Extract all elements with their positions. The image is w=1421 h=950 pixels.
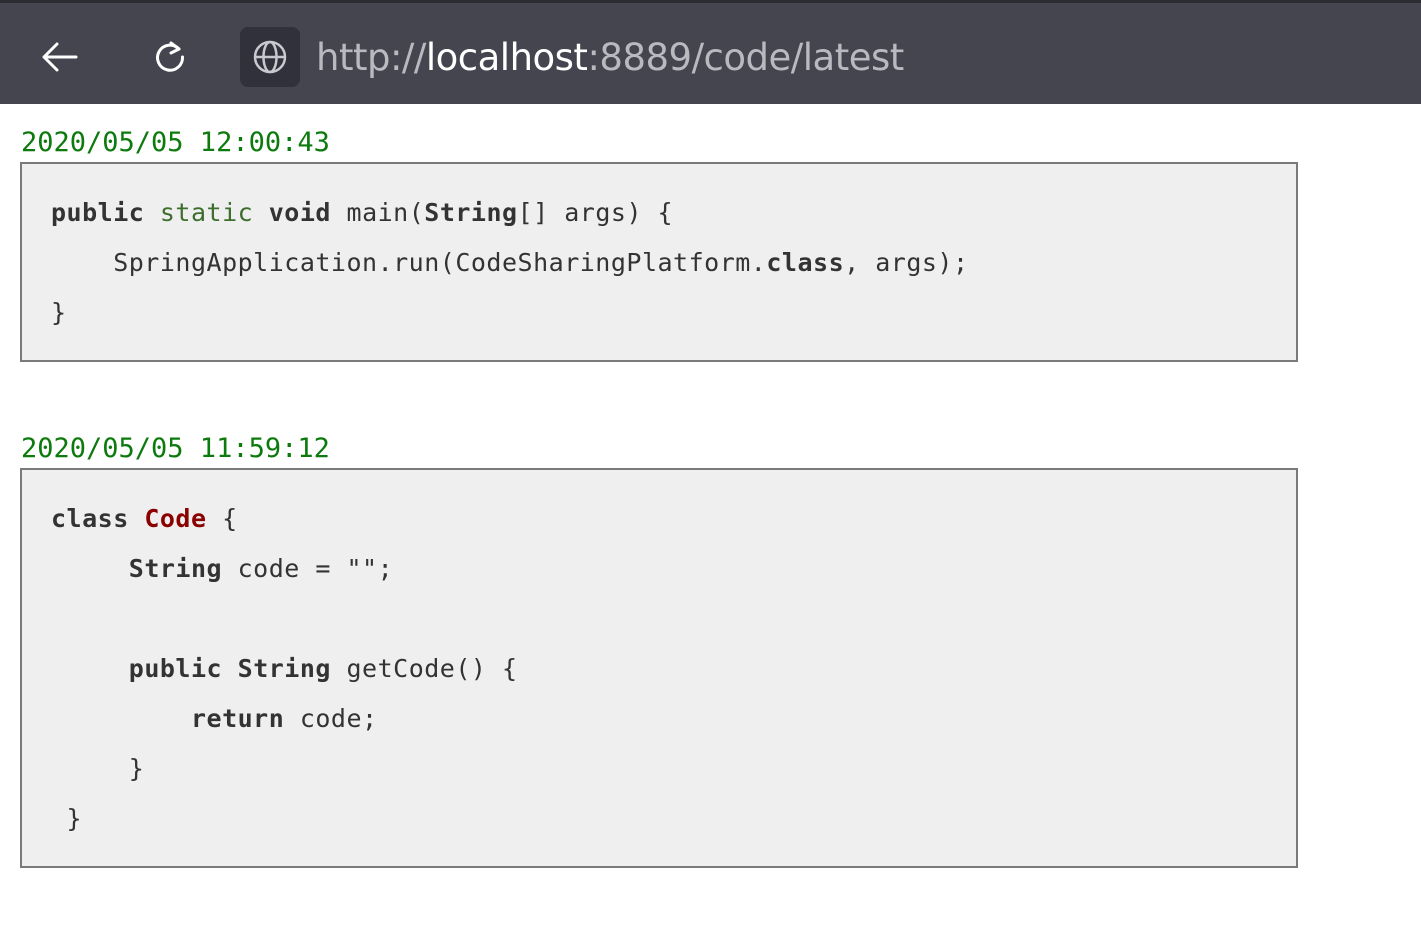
arrow-left-icon: [42, 42, 78, 72]
code-token: public: [51, 198, 145, 227]
snippet-date: 2020/05/05 11:59:12: [21, 433, 330, 464]
code-block: class Code { String code = ""; public St…: [20, 468, 1298, 868]
code-line: String code = "";: [51, 544, 1296, 594]
code-token: void: [268, 198, 331, 227]
code-token: {: [206, 504, 238, 533]
code-token: return: [190, 704, 285, 733]
snippet-date: 2020/05/05 12:00:43: [21, 127, 330, 158]
code-token: Code: [144, 504, 207, 533]
back-button[interactable]: [32, 29, 88, 85]
code-token: String: [128, 554, 223, 583]
code-line: public static void main(String[] args) {: [51, 188, 1296, 238]
code-token: code = "";: [222, 554, 394, 583]
code-line: }: [51, 744, 1296, 794]
address-bar[interactable]: http://localhost:8889/code/latest: [316, 33, 904, 83]
code-token: }: [51, 804, 83, 833]
code-token: }: [51, 754, 145, 783]
code-token: String: [237, 654, 331, 683]
code-token: [] args) {: [517, 198, 674, 227]
code-line: public String getCode() {: [51, 644, 1296, 694]
reload-icon: [156, 41, 185, 72]
code-snippet: 2020/05/05 11:59:12 class Code { String c…: [20, 410, 1298, 868]
code-token: static: [159, 198, 254, 227]
code-token: class: [51, 504, 129, 533]
code-line: }: [51, 794, 1296, 844]
code-token: code;: [284, 704, 378, 733]
browser-toolbar: http://localhost:8889/code/latest: [0, 0, 1421, 104]
code-line: class Code {: [51, 494, 1296, 544]
url-path: :8889/code/latest: [587, 36, 904, 79]
code-token: String: [424, 198, 518, 227]
code-token: SpringApplication.run(CodeSharingPlatfor…: [51, 248, 767, 277]
code-line: SpringApplication.run(CodeSharingPlatfor…: [51, 238, 1296, 288]
url-prefix: http://: [316, 36, 426, 79]
code-token: main(: [330, 198, 425, 227]
url-host: localhost: [425, 36, 588, 79]
code-token: class: [766, 248, 845, 277]
reload-button[interactable]: [142, 29, 198, 85]
globe-icon: [253, 40, 287, 74]
code-line: return code;: [51, 694, 1296, 744]
code-token: , args);: [844, 248, 969, 277]
code-snippet: 2020/05/05 12:00:43 public static void ma…: [20, 104, 1298, 362]
code-token: getCode() {: [330, 654, 518, 683]
code-token: public: [128, 654, 223, 683]
code-line: }: [51, 288, 1296, 338]
page-content: 2020/05/05 12:00:43 public static void ma…: [20, 104, 1298, 916]
site-info-button[interactable]: [240, 27, 300, 87]
code-block: public static void main(String[] args) {…: [20, 162, 1298, 362]
code-token: }: [51, 298, 67, 327]
